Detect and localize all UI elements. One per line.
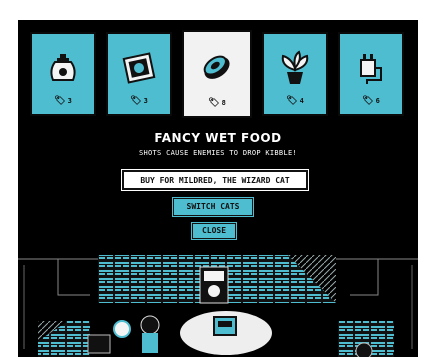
game-world-scene [18, 255, 418, 357]
kibble-tag-icon: 🏷 [362, 96, 374, 106]
close-button[interactable]: CLOSE [192, 223, 236, 239]
potted-plant-icon [281, 50, 309, 84]
wet-food-can-icon [203, 55, 230, 79]
shop-item-price-1: 🏷 3 [32, 96, 94, 106]
buy-button[interactable]: BUY FOR MILDRED, THE WIZARD CAT [122, 170, 308, 190]
price-value: 3 [143, 97, 148, 105]
shop-item-card-2[interactable]: 🏷 3 [106, 32, 172, 116]
price-value: 8 [221, 99, 226, 107]
price-value: 4 [299, 97, 304, 105]
shop-item-card-3[interactable]: 🏷 8 [182, 30, 252, 118]
shop-item-price-2: 🏷 3 [108, 96, 170, 106]
kibble-tag-icon: 🏷 [130, 96, 142, 106]
power-plug-icon [360, 54, 382, 84]
price-value: 3 [67, 97, 72, 105]
kibble-tag-icon: 🏷 [54, 96, 66, 106]
shop-item-price-4: 🏷 4 [264, 96, 326, 106]
shop-item-card-4[interactable]: 🏷 4 [262, 32, 328, 116]
framed-picture-icon [122, 52, 156, 84]
switch-cats-button[interactable]: SWITCH CATS [173, 198, 253, 216]
shop-item-card-1[interactable]: 🏷 3 [30, 32, 96, 116]
game-frame: 🏷 3 🏷 3 🏷 8 🏷 4 🏷 6 FANCY WET FOOD SHOTS… [0, 0, 437, 357]
price-value: 6 [375, 97, 380, 105]
item-description: SHOTS CAUSE ENEMIES TO DROP KIBBLE! [138, 149, 297, 157]
shop-item-row: 🏷 3 🏷 3 🏷 8 🏷 4 🏷 6 [26, 30, 414, 128]
game-screen: 🏷 3 🏷 3 🏷 8 🏷 4 🏷 6 FANCY WET FOOD SHOTS… [18, 20, 418, 357]
shop-item-card-5[interactable]: 🏷 6 [338, 32, 404, 116]
item-title: FANCY WET FOOD [154, 131, 282, 145]
shop-item-price-5: 🏷 6 [340, 96, 402, 106]
kibble-tag-icon: 🏷 [286, 96, 298, 106]
kibble-tag-icon: 🏷 [208, 98, 220, 108]
potion-bag-icon [50, 54, 76, 81]
shop-item-price-3: 🏷 8 [184, 98, 250, 108]
cat-character-sprite [113, 320, 131, 338]
